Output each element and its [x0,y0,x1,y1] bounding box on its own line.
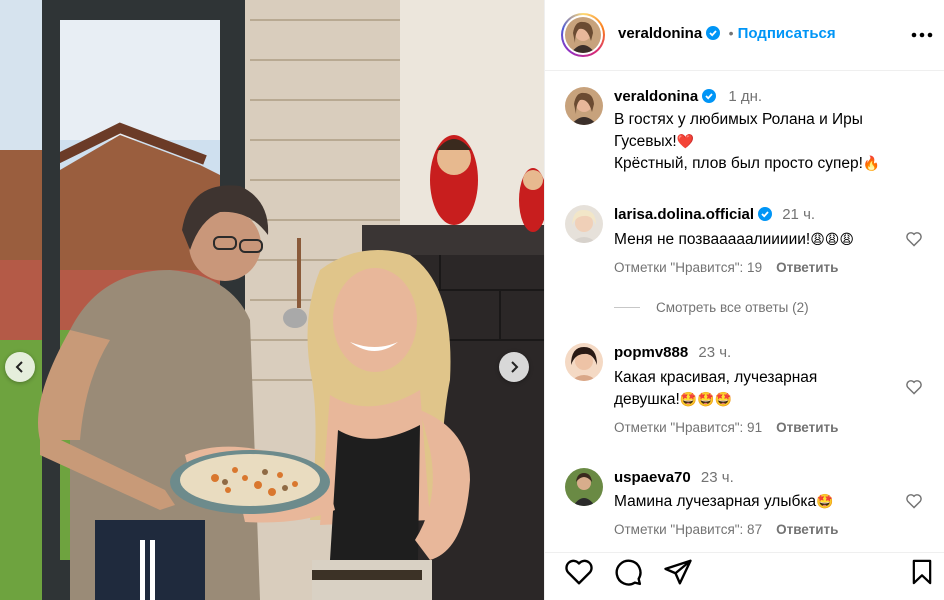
carousel-next-button[interactable] [499,352,529,382]
reply-button[interactable]: Ответить [776,260,838,275]
comment-text: Меня не позвааааалиииии! [614,231,811,248]
caption-line-2: Гусевых! [614,133,677,150]
caption-author-avatar[interactable] [565,87,603,125]
view-replies-button[interactable]: Смотреть все ответы (2) [614,300,809,315]
carousel-prev-button[interactable] [5,352,35,382]
author-avatar-ring[interactable] [561,13,605,57]
comment-likes[interactable]: Отметки "Нравится": 19 [614,260,762,275]
caption-line-3: Крёстный, плов был просто супер! [614,155,863,172]
comment-text-line-2: девушка! [614,391,680,408]
comment-text: Мамина лучезарная улыбка [614,493,817,510]
red-heart-emoji: ❤️ [676,134,695,150]
comment-likes[interactable]: Отметки "Нравится": 91 [614,420,762,435]
caption-username[interactable]: veraldonina [614,88,698,105]
view-replies-label: Смотреть все ответы (2) [656,300,809,315]
fire-emoji: 🔥 [862,156,881,172]
heart-outline-icon[interactable] [905,231,923,247]
photo-scene [0,0,544,600]
comment-text: Какая красивая, лучезарная [614,369,818,386]
heart-outline-icon[interactable] [905,493,923,509]
commenter-username[interactable]: larisa.dolina.official [614,206,754,223]
commenter-avatar[interactable] [565,468,603,506]
share-icon[interactable] [663,557,693,587]
verified-badge-icon [702,89,717,103]
caption-line-1: В гостях у любимых Ролана и Иры [614,111,863,128]
chevron-right-icon [511,361,519,373]
comment-icon[interactable] [613,557,643,587]
verified-badge-icon [758,207,773,221]
replies-divider [614,307,640,308]
post-header: veraldonina • Подписаться [545,0,944,71]
commenter-avatar[interactable] [565,205,603,243]
commenter-avatar[interactable] [565,343,603,381]
comment-time: 23 ч. [698,344,732,361]
heart-outline-icon[interactable] [905,379,923,395]
star-struck-emoji: 🤩 [816,494,834,510]
chevron-left-icon [15,361,23,373]
caption-time: 1 дн. [728,88,763,105]
comment-time: 23 ч. [700,469,734,486]
star-struck-emoji: 🤩🤩🤩 [679,392,733,408]
author-avatar [565,17,601,53]
author-username[interactable]: veraldonina [618,25,702,42]
more-horizontal-icon[interactable] [911,27,933,43]
separator-dot: • [728,25,734,41]
verified-badge-icon [706,26,721,40]
comment-time: 21 ч. [782,206,816,223]
commenter-username[interactable]: uspaeva70 [614,469,691,486]
comment-likes[interactable]: Отметки "Нравится": 87 [614,522,762,537]
like-icon[interactable] [564,557,594,587]
reply-button[interactable]: Ответить [776,522,838,537]
commenter-username[interactable]: popmv888 [614,344,688,361]
post-photo [0,0,544,600]
save-icon[interactable] [908,557,936,587]
post-action-bar [545,552,944,600]
post-side-panel: veraldonina • Подписаться veraldonina 1 д… [544,0,944,600]
reply-button[interactable]: Ответить [776,420,838,435]
follow-button[interactable]: Подписаться [738,25,836,42]
weary-face-emoji: 😩😩😩 [810,232,854,248]
